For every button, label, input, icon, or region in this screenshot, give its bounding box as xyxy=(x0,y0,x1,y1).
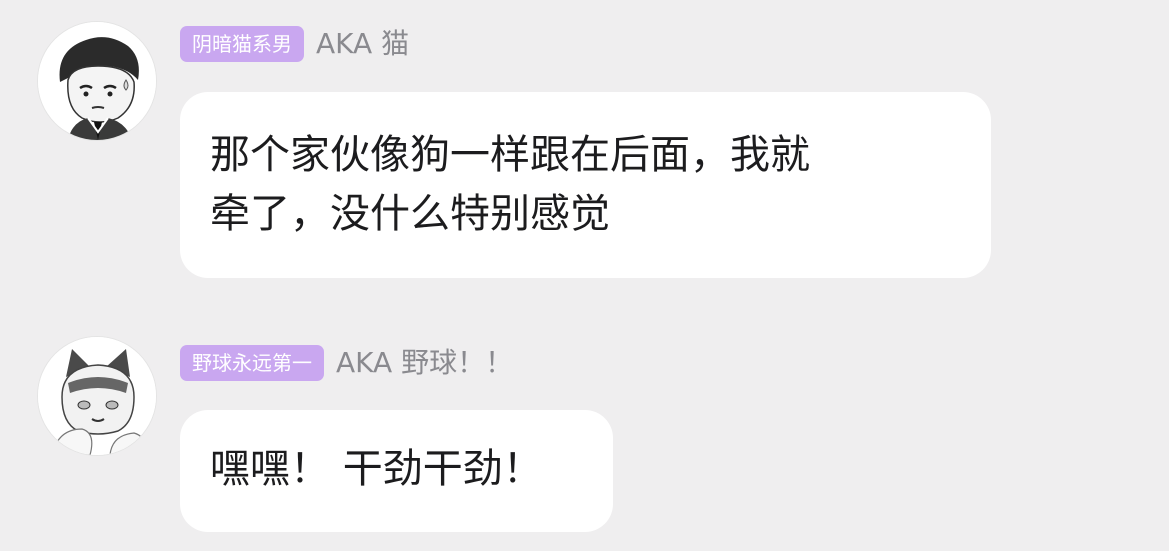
sender-name-row: 野球永远第一 AKA 野球！！ xyxy=(180,345,513,381)
message-text-line: 那个家伙像狗一样跟在后面，我就 xyxy=(210,132,810,178)
sender-title-badge[interactable]: 阴暗猫系男 xyxy=(180,26,304,62)
message-bubble[interactable]: 那个家伙像狗一样跟在后面，我就 牵了，没什么特别感觉 xyxy=(180,92,991,278)
cartoon-boy-cat-ears-avatar-icon[interactable] xyxy=(38,337,156,455)
message-text-line: 嘿嘿！ 干劲干劲！ xyxy=(210,446,543,492)
sender-name-row: 阴暗猫系男 AKA 猫 xyxy=(180,26,409,62)
cartoon-boy-suit-avatar-icon[interactable] xyxy=(38,22,156,140)
message-text-line: 牵了，没什么特别感觉 xyxy=(210,191,610,237)
chat-message-1: 阴暗猫系男 AKA 猫 那个家伙像狗一样跟在后面，我就 牵了，没什么特别感觉 xyxy=(0,0,1169,300)
sender-alias: AKA 猫 xyxy=(316,27,410,60)
sender-title-badge[interactable]: 野球永远第一 xyxy=(180,345,324,381)
sender-alias: AKA 野球！！ xyxy=(336,346,514,379)
message-bubble[interactable]: 嘿嘿！ 干劲干劲！ xyxy=(180,410,613,532)
chat-message-2: 野球永远第一 AKA 野球！！ 嘿嘿！ 干劲干劲！ xyxy=(0,300,1169,551)
